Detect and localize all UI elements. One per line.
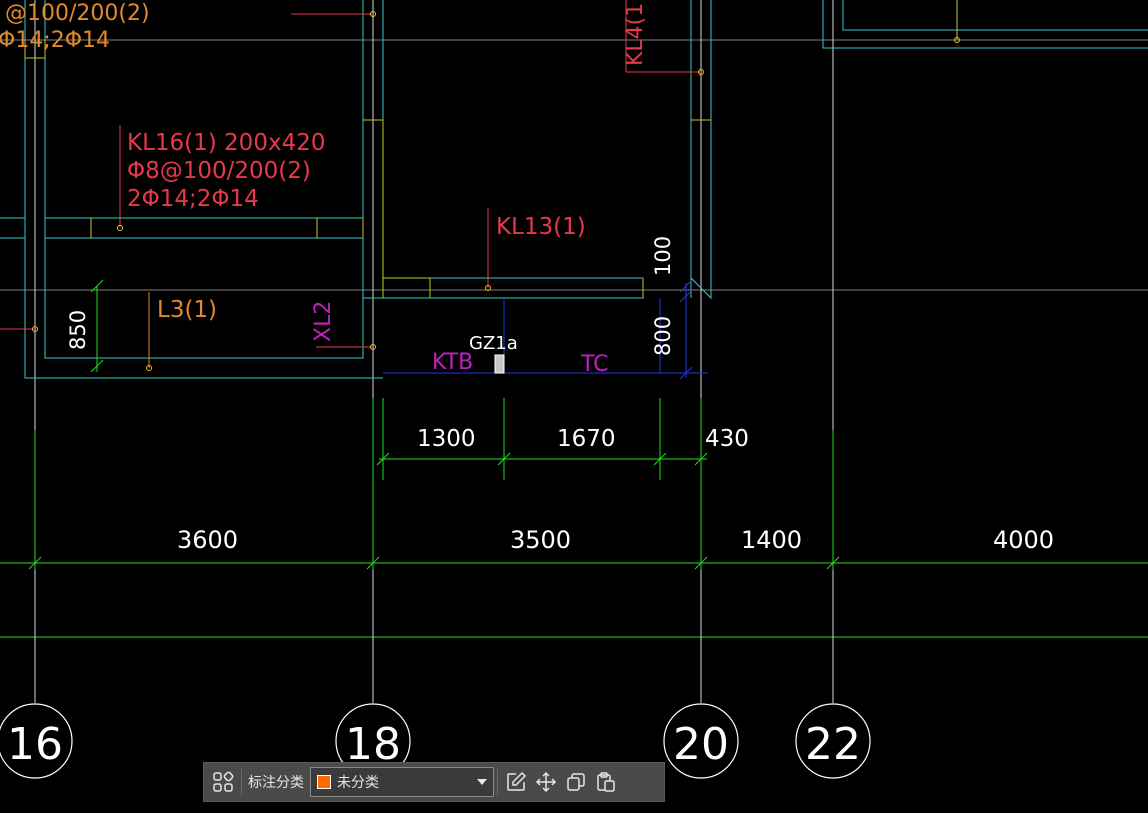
dim-3600-text: 3600	[177, 526, 238, 554]
annotation-category-value: 未分类	[337, 775, 379, 791]
dim-100-text: 100	[651, 236, 675, 276]
chevron-down-icon	[477, 779, 487, 785]
toolbar-separator	[241, 769, 242, 795]
dim-800-text: 800	[651, 316, 675, 356]
axis-label-22: 22	[805, 719, 861, 770]
dim-4000-text: 4000	[993, 526, 1054, 554]
ktb-label: KTB	[432, 350, 473, 375]
paste-icon[interactable]	[591, 767, 621, 797]
kl13-label: KL13(1)	[496, 214, 586, 240]
top-left-label-2: Φ14;2Φ14	[0, 28, 110, 53]
axis-label-20: 20	[673, 719, 729, 770]
xl2-label: XL2	[311, 301, 336, 342]
kl4-label: KL4(1	[623, 3, 648, 66]
column-gz1a[interactable]	[494, 354, 505, 374]
toolbar-separator	[497, 769, 498, 795]
annotation-toolbar: 标注分类 未分类	[203, 762, 665, 802]
gz1a-label: GZ1a	[469, 333, 518, 354]
dim-3500-text: 3500	[510, 526, 571, 554]
annotation-category-select[interactable]: 未分类	[310, 767, 494, 797]
grid-icon[interactable]	[208, 767, 238, 797]
dim-430-text: 430	[705, 426, 749, 452]
cad-drawing-canvas[interactable]: @100/200(2) Φ14;2Φ14 KL4(1 KL16(1) 200x4…	[0, 0, 1148, 813]
axis-label-16: 16	[7, 719, 63, 770]
dim-1400-text: 1400	[741, 526, 802, 554]
top-left-label-1: @100/200(2)	[5, 1, 150, 26]
dim-1300-text: 1300	[417, 426, 476, 452]
l3-label: L3(1)	[157, 297, 217, 323]
category-color-swatch	[317, 775, 331, 789]
dim-850-text: 850	[66, 310, 90, 350]
tc-label: TC	[580, 352, 609, 377]
grid-extension-lines	[34, 398, 834, 570]
move-icon[interactable]	[531, 767, 561, 797]
kl16-label-line3: 2Φ14;2Φ14	[127, 186, 259, 212]
kl16-label-line1: KL16(1) 200x420	[127, 130, 325, 156]
kl16-label-line2: Φ8@100/200(2)	[127, 158, 311, 184]
edit-icon[interactable]	[501, 767, 531, 797]
dim-1670-text: 1670	[557, 426, 616, 452]
copy-icon[interactable]	[561, 767, 591, 797]
annotation-category-label: 标注分类	[248, 775, 304, 791]
